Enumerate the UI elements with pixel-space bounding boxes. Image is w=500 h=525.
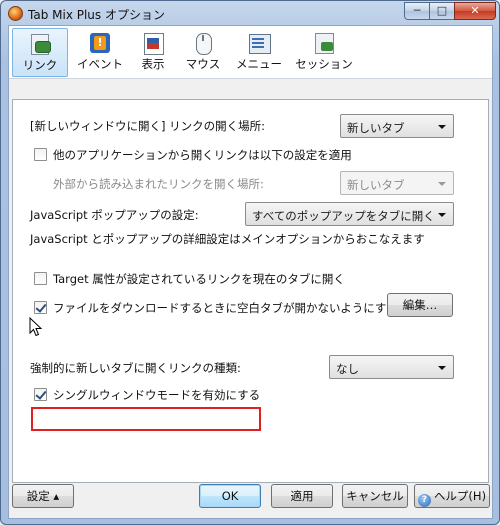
edit-button[interactable]: 編集… bbox=[387, 293, 453, 317]
tab-events[interactable]: イベント bbox=[71, 28, 129, 77]
caret-up-icon: ▴ bbox=[49, 489, 60, 503]
force-new-tab-label: 強制的に新しいタブに開くリンクの種類: bbox=[30, 361, 241, 375]
tab-display[interactable]: 表示 bbox=[133, 28, 173, 77]
tab-label: マウス bbox=[185, 57, 221, 71]
tab-menu[interactable]: メニュー bbox=[233, 28, 285, 77]
close-button[interactable]: ✕ bbox=[454, 2, 496, 20]
dialog-client: リンク イベント 表示 マウス メニュー セッション bbox=[8, 25, 493, 519]
tab-label: 表示 bbox=[141, 57, 165, 71]
window-title: Tab Mix Plus オプション bbox=[28, 8, 165, 22]
help-button-label: ヘルプ(H) bbox=[433, 489, 487, 503]
popup-select[interactable]: すべてのポップアップをタブに開く bbox=[245, 202, 454, 226]
mouse-icon bbox=[191, 31, 215, 55]
help-button[interactable]: ? ヘルプ(H) bbox=[414, 484, 490, 508]
download-label: ファイルをダウンロードするときに空白タブが開かないようにする bbox=[53, 301, 398, 315]
download-checkbox[interactable] bbox=[34, 301, 47, 314]
force-new-tab-select[interactable]: なし bbox=[329, 355, 454, 379]
external-links-label: 他のアプリケーションから開くリンクは以下の設定を適用 bbox=[53, 148, 352, 162]
open-new-window-label: [新しいウィンドウに開く] リンクの開く場所: bbox=[30, 119, 266, 133]
ok-button[interactable]: OK bbox=[199, 484, 261, 508]
tab-label: イベント bbox=[77, 57, 123, 71]
settings-button[interactable]: 設定 ▴ bbox=[12, 484, 74, 508]
chevron-down-icon bbox=[438, 213, 446, 217]
popup-note: JavaScript とポップアップの詳細設定はメインオプションからおこなえます bbox=[30, 232, 425, 246]
annotation-highlight-box bbox=[31, 407, 261, 431]
help-icon: ? bbox=[417, 494, 431, 507]
external-load-select[interactable]: 新しいタブ bbox=[340, 171, 454, 195]
external-links-checkbox[interactable] bbox=[34, 148, 47, 161]
tab-links[interactable]: リンク bbox=[12, 28, 68, 77]
links-pane: [新しいウィンドウに開く] リンクの開く場所: 新しいタブ 他のアプリケーション… bbox=[12, 99, 489, 483]
external-load-label: 外部から読み込まれたリンクを開く場所: bbox=[53, 177, 264, 191]
settings-button-label: 設定 bbox=[26, 489, 50, 503]
target-label: Target 属性が設定されているリンクを現在のタブに開く bbox=[53, 272, 345, 286]
single-window-label: シングルウィンドウモードを有効にする bbox=[53, 388, 261, 402]
menu-icon bbox=[247, 31, 271, 55]
select-value: 新しいタブ bbox=[347, 178, 405, 192]
popup-label: JavaScript ポップアップの設定: bbox=[30, 208, 199, 222]
firefox-icon bbox=[8, 6, 23, 21]
minimize-button[interactable]: ─ bbox=[404, 2, 430, 20]
select-value: 新しいタブ bbox=[347, 121, 405, 135]
select-value: なし bbox=[336, 362, 359, 376]
open-new-window-select[interactable]: 新しいタブ bbox=[340, 114, 454, 138]
chevron-down-icon bbox=[438, 182, 446, 186]
cancel-button[interactable]: キャンセル bbox=[342, 484, 408, 508]
tab-label: メニュー bbox=[236, 57, 282, 71]
mouse-pointer-icon bbox=[29, 317, 43, 337]
apply-button[interactable]: 適用 bbox=[271, 484, 333, 508]
target-checkbox[interactable] bbox=[34, 272, 47, 285]
tab-label: リンク bbox=[22, 58, 58, 72]
event-icon bbox=[88, 31, 112, 55]
tab-mouse[interactable]: マウス bbox=[179, 28, 227, 77]
category-toolbar: リンク イベント 表示 マウス メニュー セッション bbox=[9, 26, 492, 79]
select-value: すべてのポップアップをタブに開く bbox=[252, 209, 435, 223]
title-bar[interactable]: Tab Mix Plus オプション ─ □ ✕ bbox=[1, 1, 499, 25]
session-icon bbox=[312, 31, 336, 55]
single-window-checkbox[interactable] bbox=[34, 388, 47, 401]
tab-session[interactable]: セッション bbox=[292, 28, 356, 77]
options-window: Tab Mix Plus オプション ─ □ ✕ リンク イベント 表示 マウス bbox=[0, 0, 500, 525]
tab-label: セッション bbox=[295, 57, 353, 71]
chevron-down-icon bbox=[438, 366, 446, 370]
link-icon bbox=[28, 32, 52, 56]
chevron-down-icon bbox=[438, 125, 446, 129]
maximize-button[interactable]: □ bbox=[429, 2, 455, 20]
display-icon bbox=[141, 31, 165, 55]
